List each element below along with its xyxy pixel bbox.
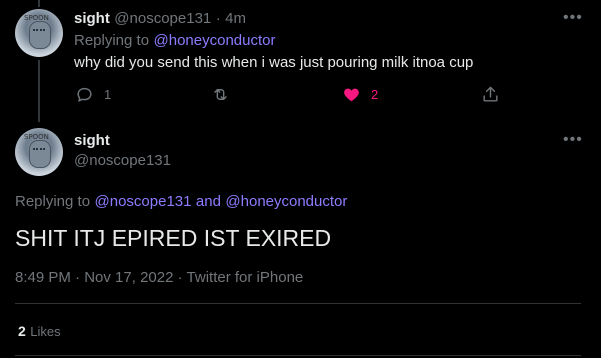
retweet-button[interactable] — [211, 85, 230, 104]
reply-icon — [77, 87, 92, 102]
replying-to-label: Replying to — [74, 32, 150, 49]
like-button[interactable]: 2 — [342, 85, 378, 104]
mention-link[interactable]: @honeyconductor — [154, 32, 276, 49]
more-options-button[interactable]: ••• — [563, 9, 583, 27]
reply-tweet-header: sight @noscope131 · 4m — [74, 10, 246, 28]
mention-link[interactable]: @noscope131 — [95, 193, 192, 210]
more-icon: ••• — [563, 131, 583, 148]
replying-to-line: Replying to @noscope131 and @honeyconduc… — [15, 193, 347, 211]
replying-to-label: Replying to — [15, 193, 91, 210]
tweet-metadata: 8:49 PM · Nov 17, 2022 · Twitter for iPh… — [15, 269, 303, 286]
reply-button[interactable]: 1 — [75, 85, 111, 104]
mention-link[interactable]: @honeyconductor — [225, 193, 347, 210]
main-tweet-text: SHIT ITJ EPIRED IST EXIRED — [15, 225, 332, 251]
mention-conjunction[interactable]: and — [196, 193, 221, 210]
handle[interactable]: @noscope131 — [74, 152, 171, 169]
timestamp[interactable]: 4m — [225, 10, 246, 27]
display-name[interactable]: sight — [74, 10, 110, 27]
likes-label: Likes — [30, 324, 61, 339]
more-icon: ••• — [563, 9, 583, 26]
more-options-button[interactable]: ••• — [563, 131, 583, 149]
divider — [15, 355, 581, 356]
retweet-icon — [214, 89, 227, 100]
tweet-source[interactable]: Twitter for iPhone — [187, 269, 304, 286]
likes-count: 2 — [18, 323, 26, 339]
likes-stat[interactable]: 2 Likes — [18, 323, 61, 341]
reply-count: 1 — [104, 87, 112, 102]
tweet-time[interactable]: 8:49 PM — [15, 269, 71, 286]
separator: · — [215, 10, 221, 27]
handle[interactable]: @noscope131 — [114, 10, 211, 27]
display-name[interactable]: sight — [74, 132, 110, 149]
like-count: 2 — [371, 87, 379, 102]
divider — [15, 303, 581, 304]
tweet-text: why did you send this when i was just po… — [74, 54, 474, 71]
share-icon — [483, 86, 498, 102]
avatar[interactable]: SPOON — [15, 9, 63, 57]
separator: · — [177, 269, 183, 286]
tweet-date[interactable]: Nov 17, 2022 — [84, 269, 173, 286]
thread-connector-top — [38, 0, 40, 7]
thread-connector — [38, 60, 40, 122]
avatar[interactable]: SPOON — [15, 128, 63, 176]
heart-icon — [344, 88, 359, 102]
replying-to-line: Replying to @honeyconductor — [74, 32, 275, 50]
separator: · — [75, 269, 81, 286]
share-button[interactable] — [481, 85, 500, 104]
